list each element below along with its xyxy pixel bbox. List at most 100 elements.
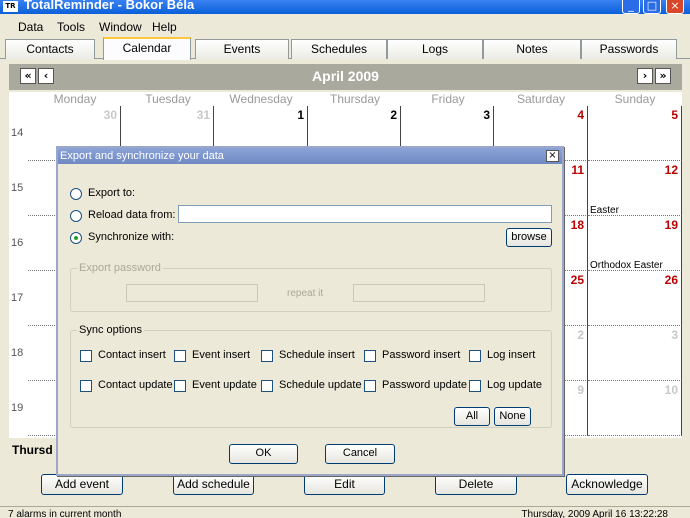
app-icon: TR bbox=[3, 1, 18, 12]
log-insert-checkbox[interactable]: Log insert bbox=[469, 349, 549, 363]
weekday-tuesday: Tuesday bbox=[145, 92, 191, 106]
select-all-button[interactable]: All bbox=[454, 407, 490, 426]
checkbox-box[interactable] bbox=[174, 380, 186, 392]
radio-circle-selected[interactable] bbox=[70, 232, 82, 244]
event-update-checkbox[interactable]: Event update bbox=[174, 379, 260, 393]
schedule-update-checkbox[interactable]: Schedule update bbox=[261, 379, 362, 393]
password-update-checkbox[interactable]: Password update bbox=[364, 379, 467, 393]
weekday-monday: Monday bbox=[53, 92, 97, 106]
checkbox-box[interactable] bbox=[364, 380, 376, 392]
radio-circle[interactable] bbox=[70, 210, 82, 222]
calendar-day-cell[interactable]: 3 bbox=[588, 326, 682, 381]
weekday-header: Monday Tuesday Wednesday Thursday Friday… bbox=[9, 92, 682, 106]
edit-button[interactable]: Edit bbox=[304, 474, 385, 495]
tab-notes[interactable]: Notes bbox=[483, 39, 581, 59]
contact-update-checkbox[interactable]: Contact update bbox=[80, 379, 173, 393]
weekday-friday: Friday bbox=[431, 92, 465, 106]
weekday-saturday: Saturday bbox=[516, 92, 566, 106]
selected-day-label: Thursd bbox=[12, 443, 53, 457]
select-none-button[interactable]: None bbox=[494, 407, 531, 426]
synchronize-with-radio[interactable]: Synchronize with: bbox=[70, 230, 220, 246]
calendar-day-cell[interactable]: 12 Easter bbox=[588, 161, 682, 216]
checkbox-box[interactable] bbox=[174, 350, 186, 362]
window-title: TotalReminder - Bokor Béla bbox=[24, 0, 195, 12]
tab-schedules[interactable]: Schedules bbox=[291, 39, 387, 59]
month-title: April 2009 bbox=[312, 68, 379, 84]
checkbox-box[interactable] bbox=[80, 350, 92, 362]
minimize-button[interactable]: _ bbox=[622, 0, 640, 14]
contact-insert-checkbox[interactable]: Contact insert bbox=[80, 349, 172, 363]
weekday-thursday: Thursday bbox=[329, 92, 381, 106]
title-bar: TR TotalReminder - Bokor Béla _ □ × bbox=[0, 0, 690, 14]
day-number: 3 bbox=[483, 108, 490, 122]
calendar-day-cell[interactable]: 5 bbox=[588, 106, 682, 161]
close-icon[interactable]: × bbox=[546, 150, 559, 162]
ok-button[interactable]: OK bbox=[229, 444, 298, 464]
password-insert-checkbox[interactable]: Password insert bbox=[364, 349, 464, 363]
week-number: 19 bbox=[11, 402, 24, 414]
menu-tools[interactable]: Tools bbox=[57, 20, 85, 34]
event-insert-label: Event insert bbox=[192, 349, 251, 361]
dialog-title-bar: Export and synchronize your data × bbox=[58, 148, 562, 164]
day-number: 11 bbox=[571, 163, 584, 177]
reload-path-input[interactable] bbox=[178, 205, 552, 223]
sync-options-group-title: Sync options bbox=[77, 324, 144, 336]
password-insert-label: Password insert bbox=[382, 349, 461, 361]
main-tabs: Contacts Calendar Events Schedules Logs … bbox=[0, 37, 690, 60]
tab-events[interactable]: Events bbox=[195, 39, 289, 59]
event-insert-checkbox[interactable]: Event insert bbox=[174, 349, 260, 363]
week-number: 17 bbox=[11, 292, 24, 304]
cancel-button[interactable]: Cancel bbox=[325, 444, 395, 464]
acknowledge-button[interactable]: Acknowledge bbox=[566, 474, 648, 495]
log-update-label: Log update bbox=[487, 379, 543, 391]
weekday-sunday: Sunday bbox=[614, 92, 656, 106]
easter-event[interactable]: Easter bbox=[590, 205, 619, 216]
maximize-button[interactable]: □ bbox=[643, 0, 661, 14]
orthodox-easter-event[interactable]: Orthodox Easter bbox=[590, 260, 663, 271]
date-time-status: Thursday, 2009 April 16 13:22:28 bbox=[521, 509, 668, 518]
browse-button[interactable]: browse bbox=[506, 228, 552, 247]
day-number: 1 bbox=[297, 108, 304, 122]
calendar-header: « ‹ April 2009 › » bbox=[9, 64, 682, 90]
menu-help[interactable]: Help bbox=[152, 20, 177, 34]
tab-logs[interactable]: Logs bbox=[387, 39, 483, 59]
checkbox-box[interactable] bbox=[469, 350, 481, 362]
contact-insert-label: Contact insert bbox=[98, 349, 166, 361]
tab-passwords[interactable]: Passwords bbox=[581, 39, 677, 59]
dialog-title: Export and synchronize your data bbox=[60, 150, 224, 162]
next-month-icon[interactable]: › bbox=[637, 68, 653, 84]
tab-contacts[interactable]: Contacts bbox=[5, 39, 95, 59]
menu-data[interactable]: Data bbox=[18, 20, 43, 34]
day-number: 18 bbox=[570, 218, 584, 232]
day-number: 9 bbox=[577, 383, 584, 397]
export-password-group-title: Export password bbox=[77, 262, 163, 274]
next-year-icon[interactable]: » bbox=[655, 68, 671, 84]
menu-window[interactable]: Window bbox=[99, 20, 142, 34]
calendar-day-cell[interactable]: 19 Orthodox Easter bbox=[588, 216, 682, 271]
delete-button[interactable]: Delete bbox=[435, 474, 517, 495]
day-number: 3 bbox=[671, 328, 678, 342]
week-number: 15 bbox=[11, 182, 24, 194]
add-schedule-button[interactable]: Add schedule bbox=[173, 474, 254, 495]
close-window-button[interactable]: × bbox=[666, 0, 684, 14]
checkbox-box[interactable] bbox=[469, 380, 481, 392]
calendar-day-cell[interactable]: 26 bbox=[588, 271, 682, 326]
checkbox-box[interactable] bbox=[80, 380, 92, 392]
schedule-insert-checkbox[interactable]: Schedule insert bbox=[261, 349, 361, 363]
export-password-group: Export password repeat it bbox=[70, 262, 552, 312]
calendar-day-cell[interactable]: 10 bbox=[588, 381, 682, 436]
week-number: 18 bbox=[11, 347, 24, 359]
day-number: 2 bbox=[577, 328, 584, 342]
add-event-button[interactable]: Add event bbox=[41, 474, 123, 495]
checkbox-box[interactable] bbox=[261, 350, 273, 362]
checkbox-box[interactable] bbox=[261, 380, 273, 392]
log-update-checkbox[interactable]: Log update bbox=[469, 379, 549, 393]
checkbox-box[interactable] bbox=[364, 350, 376, 362]
day-number: 30 bbox=[103, 108, 117, 122]
log-insert-label: Log insert bbox=[487, 349, 536, 361]
radio-circle[interactable] bbox=[70, 188, 82, 200]
export-to-radio[interactable]: Export to: bbox=[70, 186, 220, 202]
day-number: 25 bbox=[570, 273, 584, 287]
day-number: 26 bbox=[664, 273, 678, 287]
tab-calendar[interactable]: Calendar bbox=[103, 37, 191, 60]
